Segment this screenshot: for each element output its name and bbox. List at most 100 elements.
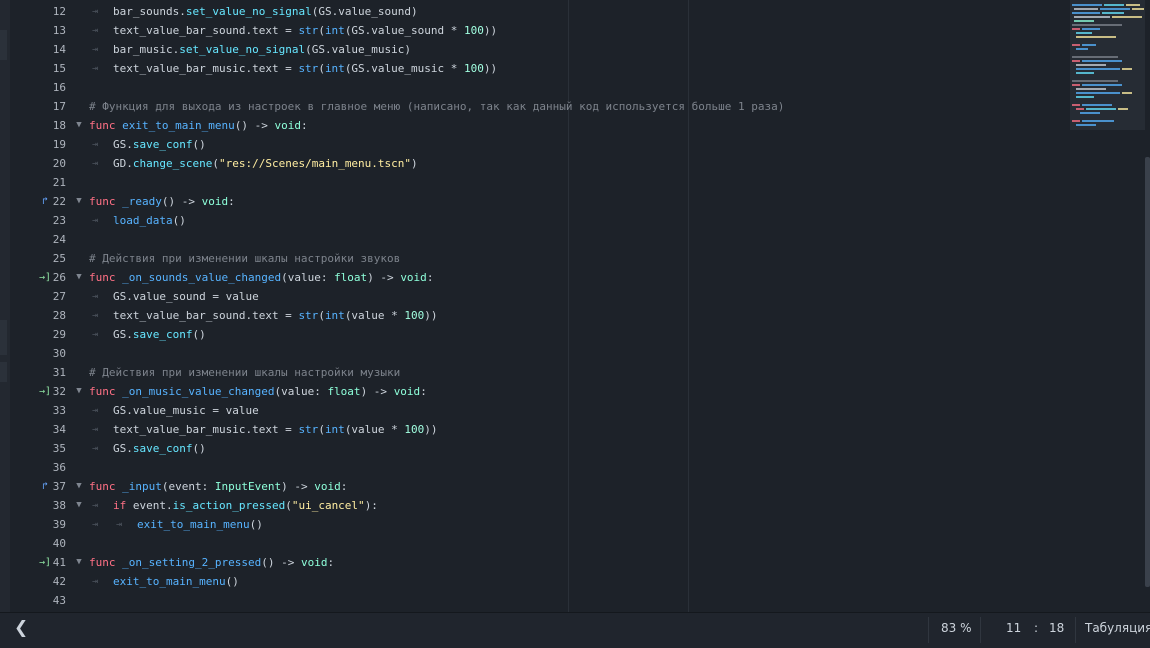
minimap-line <box>1072 80 1118 82</box>
code-token: (value * <box>344 423 405 436</box>
line-number: 36 <box>52 461 66 474</box>
code-token: () <box>172 214 186 227</box>
code-line[interactable]: 19 ⇥ GS.save_conf() <box>10 135 1145 154</box>
code-minimap[interactable] <box>1070 0 1148 130</box>
code-token: () -> <box>261 556 301 569</box>
code-line[interactable]: 20 ⇥ GD.change_scene("res://Scenes/main_me… <box>10 154 1145 173</box>
code-token: void <box>393 385 421 398</box>
code-line[interactable]: ↱ 22 ▼ func _ready() -> void: <box>10 192 1145 211</box>
code-line[interactable]: 21 <box>10 173 1145 192</box>
code-line[interactable]: →] 26 ▼ func _on_sounds_value_changed(value… <box>10 268 1145 287</box>
minimap-line <box>1122 92 1132 94</box>
code-token: : <box>340 480 348 493</box>
code-line[interactable]: 33 ⇥ GS.value_music = value <box>10 401 1145 420</box>
minimap-line <box>1076 68 1120 70</box>
code-line[interactable]: 18 ▼ func exit_to_main_menu() -> void: <box>10 116 1145 135</box>
fold-arrow-icon[interactable]: ▼ <box>74 477 84 496</box>
minimap-line <box>1072 84 1080 86</box>
line-number: 35 <box>52 442 66 455</box>
code-token: func <box>89 195 116 208</box>
line-number: 31 <box>52 366 66 379</box>
code-line[interactable]: 12 ⇥ bar_sounds.set_value_no_signal(GS.val… <box>10 2 1145 21</box>
code-token: int <box>324 423 345 436</box>
line-number: 34 <box>52 423 66 436</box>
code-line[interactable]: ↱ 37 ▼ func _input(event: InputEvent) -> vo… <box>10 477 1145 496</box>
code-text: load_data() <box>113 211 186 230</box>
minimap-line <box>1074 16 1110 18</box>
code-line[interactable]: 24 <box>10 230 1145 249</box>
line-number: 17 <box>52 100 66 113</box>
minimap-line <box>1086 108 1116 110</box>
editor-status-bar: ❮ 83 % 11 : 18 Табуляция <box>0 612 1150 648</box>
code-line[interactable]: 31 # Действия при изменении шкалы настрой… <box>10 363 1145 382</box>
code-text: func _on_music_value_changed(value: floa… <box>89 382 427 401</box>
script-code-editor[interactable]: 12 ⇥ bar_sounds.set_value_no_signal(GS.val… <box>10 0 1145 612</box>
fold-arrow-icon[interactable]: ▼ <box>74 553 84 572</box>
fold-arrow-icon[interactable]: ▼ <box>74 192 84 211</box>
code-line[interactable]: 17 # Функция для выхода из настроек в гла… <box>10 97 1145 116</box>
code-line[interactable]: 25 # Действия при изменении шкалы настрой… <box>10 249 1145 268</box>
code-token: (GS.value_music) <box>305 43 412 56</box>
code-line[interactable]: 43 <box>10 591 1145 610</box>
code-token: str <box>298 423 319 436</box>
code-token: _on_music_value_changed <box>122 385 275 398</box>
code-token: void <box>300 556 328 569</box>
line-number: 24 <box>52 233 66 246</box>
code-line[interactable]: 36 <box>10 458 1145 477</box>
code-line[interactable]: 27 ⇥ GS.value_sound = value <box>10 287 1145 306</box>
code-line[interactable]: 38 ▼ ⇥ if event.is_action_pressed("ui_cance… <box>10 496 1145 515</box>
fold-arrow-icon[interactable]: ▼ <box>74 268 84 287</box>
dock-tab-marker[interactable] <box>0 362 7 382</box>
code-line[interactable]: 34 ⇥ text_value_bar_music.text = str(int(v… <box>10 420 1145 439</box>
code-token: func <box>89 556 116 569</box>
code-token: 100 <box>404 309 425 322</box>
code-line[interactable]: 29 ⇥ GS.save_conf() <box>10 325 1145 344</box>
code-token: bar_sounds. <box>113 5 186 18</box>
code-line[interactable]: 23 ⇥ load_data() <box>10 211 1145 230</box>
minimap-line <box>1076 96 1094 98</box>
code-line[interactable]: 39 ⇥ ⇥ exit_to_main_menu() <box>10 515 1145 534</box>
code-text: GS.save_conf() <box>113 325 206 344</box>
editor-vertical-scrollbar[interactable] <box>1145 0 1150 612</box>
minimap-line <box>1082 28 1100 30</box>
line-number: 23 <box>52 214 66 227</box>
status-separator <box>928 617 929 643</box>
code-line[interactable]: →] 41 ▼ func _on_setting_2_pressed() -> voi… <box>10 553 1145 572</box>
scrollbar-thumb[interactable] <box>1145 157 1150 587</box>
tab-indent-icon: ⇥ <box>91 44 99 55</box>
tab-indent-icon: ⇥ <box>91 25 99 36</box>
code-line[interactable]: 13 ⇥ text_value_bar_sound.text = str(int(G… <box>10 21 1145 40</box>
code-token: ( <box>318 24 325 37</box>
zoom-level[interactable]: 83 % <box>941 621 972 635</box>
line-number: 26 <box>52 271 66 284</box>
code-token: InputEvent <box>214 480 282 493</box>
dock-edge-strip <box>0 0 10 612</box>
code-line[interactable]: 16 <box>10 78 1145 97</box>
minimap-line <box>1072 4 1102 6</box>
line-number: 28 <box>52 309 66 322</box>
code-token: set_value_no_signal <box>185 5 312 18</box>
code-line[interactable]: 35 ⇥ GS.save_conf() <box>10 439 1145 458</box>
code-line[interactable]: 14 ⇥ bar_music.set_value_no_signal(GS.valu… <box>10 40 1145 59</box>
minimap-line <box>1082 60 1122 62</box>
collapse-panel-icon[interactable]: ❮ <box>14 618 28 638</box>
code-line[interactable]: 30 <box>10 344 1145 363</box>
code-line[interactable]: 40 <box>10 534 1145 553</box>
minimap-line <box>1082 104 1112 106</box>
code-line[interactable]: 42 ⇥ exit_to_main_menu() <box>10 572 1145 591</box>
dock-tab-marker[interactable] <box>0 320 7 355</box>
code-line[interactable]: 28 ⇥ text_value_bar_sound.text = str(int(v… <box>10 306 1145 325</box>
code-line[interactable]: 15 ⇥ text_value_bar_music.text = str(int(G… <box>10 59 1145 78</box>
tab-indent-icon: ⇥ <box>91 500 99 511</box>
indentation-mode-selector[interactable]: Табуляция <box>1085 621 1150 635</box>
fold-arrow-icon[interactable]: ▼ <box>74 382 84 401</box>
code-line[interactable]: →] 32 ▼ func _on_music_value_changed(value:… <box>10 382 1145 401</box>
minimap-line <box>1076 124 1096 126</box>
fold-arrow-icon[interactable]: ▼ <box>74 496 84 515</box>
code-text: exit_to_main_menu() <box>137 515 263 534</box>
code-text: text_value_bar_music.text = str(int(valu… <box>113 420 438 439</box>
dock-tab-marker[interactable] <box>0 30 7 60</box>
code-token: : <box>420 385 427 398</box>
code-token: : <box>426 271 434 284</box>
fold-arrow-icon[interactable]: ▼ <box>74 116 84 135</box>
